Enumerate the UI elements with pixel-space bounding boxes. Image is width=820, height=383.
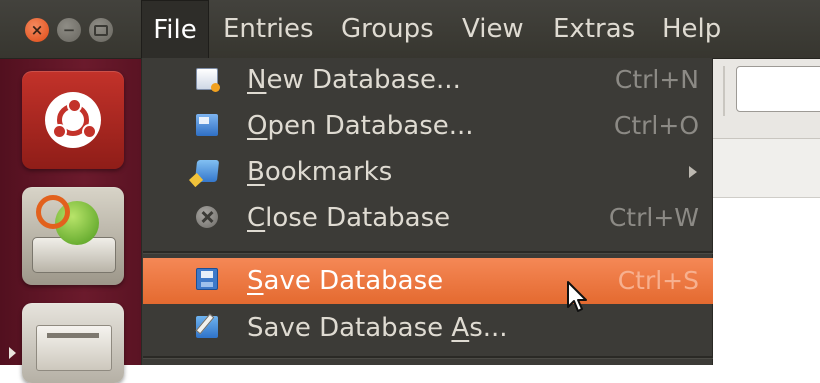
window-minimize-button[interactable]: − [57,18,81,42]
file-cabinet-launcher[interactable] [22,303,124,383]
mnemonic: C [247,203,266,233]
save-as-icon [196,316,218,338]
menu-item-label: Save Database [247,258,443,304]
menu-help[interactable]: Help [662,0,721,58]
menu-entries[interactable]: Entries [223,0,314,58]
cabinet-handle [47,333,99,338]
ubuntu-logo-dot [82,124,97,139]
shortcut-label: Ctrl+S [617,266,699,295]
mouse-pointer-icon [567,281,587,312]
menu-item-save-database[interactable]: Save Database Ctrl+S [143,258,713,304]
minimize-icon: − [62,20,76,39]
menu-item-label: Bookmarks [247,150,392,194]
label-text: ave Database [263,266,444,296]
menu-item-save-database-as[interactable]: Save Database As... [143,306,713,350]
label-text: lose Database [265,203,451,233]
menu-groups[interactable]: Groups [341,0,434,58]
menu-item-close-database[interactable]: Close Database Ctrl+W [143,196,713,240]
menu-item-open-database[interactable]: Open Database... Ctrl+O [143,104,713,148]
shortcut-label: Ctrl+W [608,203,699,232]
open-database-icon [196,114,218,136]
toolbar-separator [723,66,725,116]
menu-file[interactable]: File [141,0,209,58]
menu-item-label: Close Database [247,196,450,240]
menu-item-bookmarks[interactable]: Bookmarks [143,150,713,194]
menu-separator [143,251,713,254]
save-database-icon [196,268,218,290]
maximize-icon [94,24,108,36]
file-cabinet-icon [36,325,112,371]
shortcut-label: Ctrl+N [614,65,699,94]
mnemonic: N [247,65,267,95]
label-text: ookmarks [264,157,393,187]
dash-home-button[interactable] [22,71,124,169]
shortcut-label: Ctrl+O [613,111,699,140]
update-manager-launcher[interactable] [22,187,124,285]
menu-item-label: Save Database As... [247,306,508,350]
mnemonic: A [451,313,470,343]
menu-item-new-database[interactable]: New Database... Ctrl+N [143,58,713,102]
close-icon: × [30,20,44,39]
running-indicator-icon [9,347,16,359]
new-database-icon [196,68,220,92]
label-prefix: Save Database [247,313,452,343]
menu-extras[interactable]: Extras [553,0,635,58]
label-text: pen Database... [267,111,474,141]
unity-launcher [0,59,141,383]
menu-bar: × − File Entries Groups View Extras Help [0,0,820,59]
menu-view[interactable]: View [462,0,524,58]
ubuntu-ring-icon [36,195,70,229]
menu-item-label: New Database... [247,58,461,102]
submenu-arrow-icon [689,166,697,178]
window-close-button[interactable]: × [25,18,49,42]
file-menu-dropdown: New Database... Ctrl+N Open Database... … [141,58,713,365]
label-text: s... [469,313,508,343]
label-text: ew Database... [266,65,461,95]
close-database-icon [196,206,218,228]
menu-separator [143,356,713,359]
window-maximize-button[interactable] [89,18,113,42]
menu-item-label: Open Database... [247,104,474,148]
mnemonic: S [247,266,264,296]
search-input[interactable] [736,66,820,112]
ubuntu-logo-dot [52,124,67,139]
mnemonic: B [247,157,265,187]
toolbar-strip [713,139,820,198]
bookmarks-icon [194,160,220,182]
ubuntu-logo-dot [67,98,82,113]
mnemonic: O [247,111,268,141]
